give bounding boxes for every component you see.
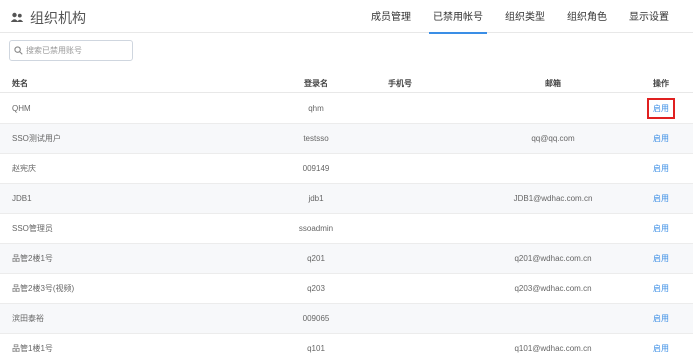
cell-login: 009065 <box>302 314 330 323</box>
cell-email: q201@wdhac.com.cn <box>514 254 592 263</box>
cell-email: q101@wdhac.com.cn <box>514 344 592 353</box>
enable-button[interactable]: 启用 <box>653 253 669 264</box>
cell-name: JDB1 <box>12 194 32 203</box>
table-row: SSO测试用户 testsso qq@qq.com 启用 <box>0 124 693 154</box>
cell-login: 009149 <box>302 164 330 173</box>
cell-login: testsso <box>303 134 329 143</box>
cell-login: qhm <box>308 104 324 113</box>
table-row: 赵宪庆 009149 启用 <box>0 154 693 184</box>
cell-name: 品管1楼1号 <box>12 344 53 353</box>
users-icon <box>10 12 24 22</box>
column-header-operation: 操作 <box>653 79 669 88</box>
cell-email <box>495 154 611 183</box>
column-header-login: 登录名 <box>304 79 328 88</box>
enable-button[interactable]: 启用 <box>653 133 669 144</box>
cell-login: q101 <box>307 344 325 353</box>
search-icon <box>14 46 23 55</box>
cell-email: q203@wdhac.com.cn <box>514 284 592 293</box>
enable-button[interactable]: 启用 <box>653 283 669 294</box>
title-group: 组织机构 <box>10 8 86 28</box>
enable-button[interactable]: 启用 <box>653 193 669 204</box>
cell-name: 赵宪庆 <box>12 164 36 173</box>
search-box <box>9 40 133 61</box>
enable-button[interactable]: 启用 <box>653 223 669 234</box>
cell-name: 滨田泰裕 <box>12 314 44 323</box>
cell-name: QHM <box>12 104 31 113</box>
column-header-email: 邮箱 <box>545 79 561 88</box>
table-row: 品管1楼1号 q101 q101@wdhac.com.cn 启用 <box>0 334 693 354</box>
table-row: 滨田泰裕 009065 启用 <box>0 304 693 334</box>
table-header: 姓名 登录名 手机号 邮箱 操作 <box>0 74 693 93</box>
enable-button[interactable]: 启用 <box>653 343 669 354</box>
table-row: 品管2楼1号 q201 q201@wdhac.com.cn 启用 <box>0 244 693 274</box>
tab-member-management[interactable]: 成员管理 <box>371 0 411 33</box>
cell-name: 品管2楼1号 <box>12 254 53 263</box>
enable-button[interactable]: 启用 <box>653 163 669 174</box>
cell-name: 品管2楼3号(视频) <box>12 284 75 293</box>
enable-button[interactable]: 启用 <box>653 313 669 324</box>
table-row: 品管2楼3号(视频) q203 q203@wdhac.com.cn 启用 <box>0 274 693 304</box>
tab-disabled-accounts[interactable]: 已禁用帐号 <box>429 0 487 34</box>
cell-login: q203 <box>307 284 325 293</box>
tab-bar: 成员管理 已禁用帐号 组织类型 组织角色 显示设置 <box>349 0 669 34</box>
cell-email <box>495 214 611 243</box>
cell-email: JDB1@wdhac.com.cn <box>513 194 593 203</box>
cell-login: ssoadmin <box>298 224 334 233</box>
search-input[interactable] <box>26 46 126 55</box>
cell-email: qq@qq.com <box>531 134 575 143</box>
page-title: 组织机构 <box>30 10 86 26</box>
tab-org-roles[interactable]: 组织角色 <box>567 0 607 33</box>
cell-login: jdb1 <box>308 194 324 203</box>
disabled-accounts-table: QHM qhm 启用 SSO测试用户 testsso qq@qq.com 启用 … <box>0 94 693 354</box>
table-row: JDB1 jdb1 JDB1@wdhac.com.cn 启用 <box>0 184 693 214</box>
cell-email <box>495 304 611 333</box>
cell-email <box>495 94 611 123</box>
column-header-phone: 手机号 <box>388 79 412 88</box>
tab-display-settings[interactable]: 显示设置 <box>629 0 669 33</box>
tab-org-types[interactable]: 组织类型 <box>505 0 545 33</box>
table-row: SSO管理员 ssoadmin 启用 <box>0 214 693 244</box>
column-header-name: 姓名 <box>12 79 28 88</box>
page-header: 组织机构 成员管理 已禁用帐号 组织类型 组织角色 显示设置 <box>0 0 693 34</box>
enable-button[interactable]: 启用 <box>647 98 675 119</box>
table-row: QHM qhm 启用 <box>0 94 693 124</box>
cell-login: q201 <box>307 254 325 263</box>
cell-name: SSO测试用户 <box>12 134 61 143</box>
cell-name: SSO管理员 <box>12 224 53 233</box>
